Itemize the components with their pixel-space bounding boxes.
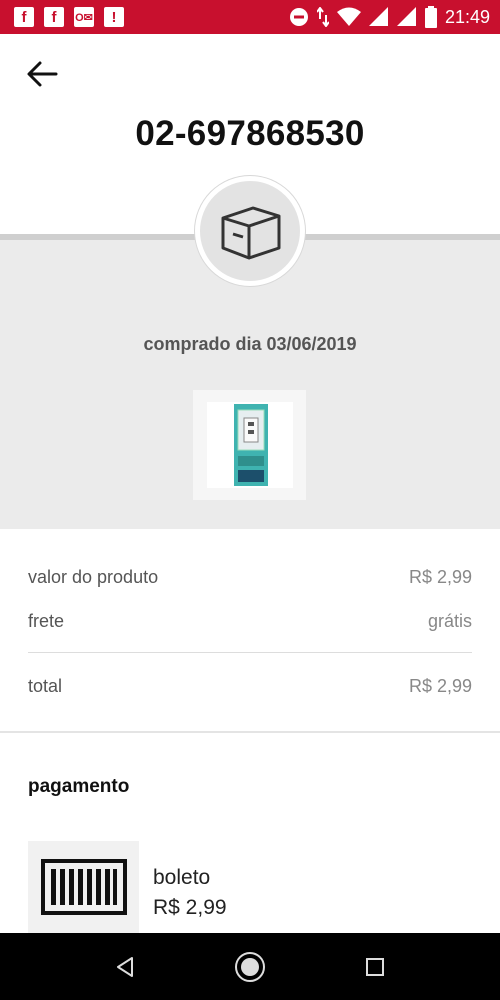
status-bar: f f O✉ ! 21:49: [0, 0, 500, 34]
payment-amount: R$ 2,99: [153, 896, 227, 919]
product-value-row: valor do produto R$ 2,99: [28, 567, 472, 588]
product-value: R$ 2,99: [408, 567, 472, 587]
shipping-label: frete: [28, 611, 65, 631]
nav-back-button[interactable]: [107, 949, 143, 985]
do-not-disturb-icon: [289, 8, 308, 26]
shipping-row: frete grátis: [28, 611, 472, 632]
notification-icons: f f O✉ !: [14, 7, 124, 27]
facebook-icon: f: [44, 7, 64, 27]
payment-method: boleto: [153, 866, 211, 889]
package-badge: [195, 176, 305, 286]
system-nav-bar: [0, 933, 500, 1000]
nav-back-icon: [117, 957, 133, 977]
system-icons: 21:49: [289, 6, 490, 28]
total-label: total: [28, 676, 63, 696]
nav-home-button[interactable]: [232, 949, 268, 985]
back-button[interactable]: [22, 58, 62, 90]
battery-icon: [424, 6, 437, 28]
section-divider: [0, 731, 500, 733]
product-thumbnail[interactable]: [193, 390, 306, 500]
purchase-date: comprado dia 03/06/2019: [143, 334, 357, 354]
barcode-icon: [40, 859, 127, 915]
facebook-icon: f: [14, 7, 34, 27]
payment-method-icon: [28, 841, 139, 933]
arrow-left-icon: [27, 61, 58, 87]
clock: 21:49: [444, 6, 490, 27]
wifi-icon: [336, 7, 361, 26]
order-number: 02-697868530: [135, 114, 365, 153]
usb-charger-product-image: [206, 402, 293, 488]
data-transfer-icon: [316, 7, 329, 27]
nav-home-icon: [235, 952, 265, 982]
price-breakdown: valor do produto R$ 2,99 frete grátis to…: [0, 529, 500, 731]
product-value-label: valor do produto: [28, 567, 159, 587]
cell-signal-icon: [396, 7, 416, 26]
nav-recents-button[interactable]: [357, 949, 393, 985]
divider: [28, 652, 472, 653]
total-value: R$ 2,99: [408, 676, 472, 696]
outlook-icon: O✉: [74, 7, 94, 27]
shipping-value: grátis: [427, 611, 472, 631]
alert-app-icon: !: [104, 7, 124, 27]
total-row: total R$ 2,99: [28, 676, 472, 697]
package-box-icon: [221, 206, 281, 260]
nav-recents-icon: [366, 958, 384, 976]
cell-signal-icon: [368, 7, 388, 26]
payment-title: pagamento: [28, 776, 130, 797]
